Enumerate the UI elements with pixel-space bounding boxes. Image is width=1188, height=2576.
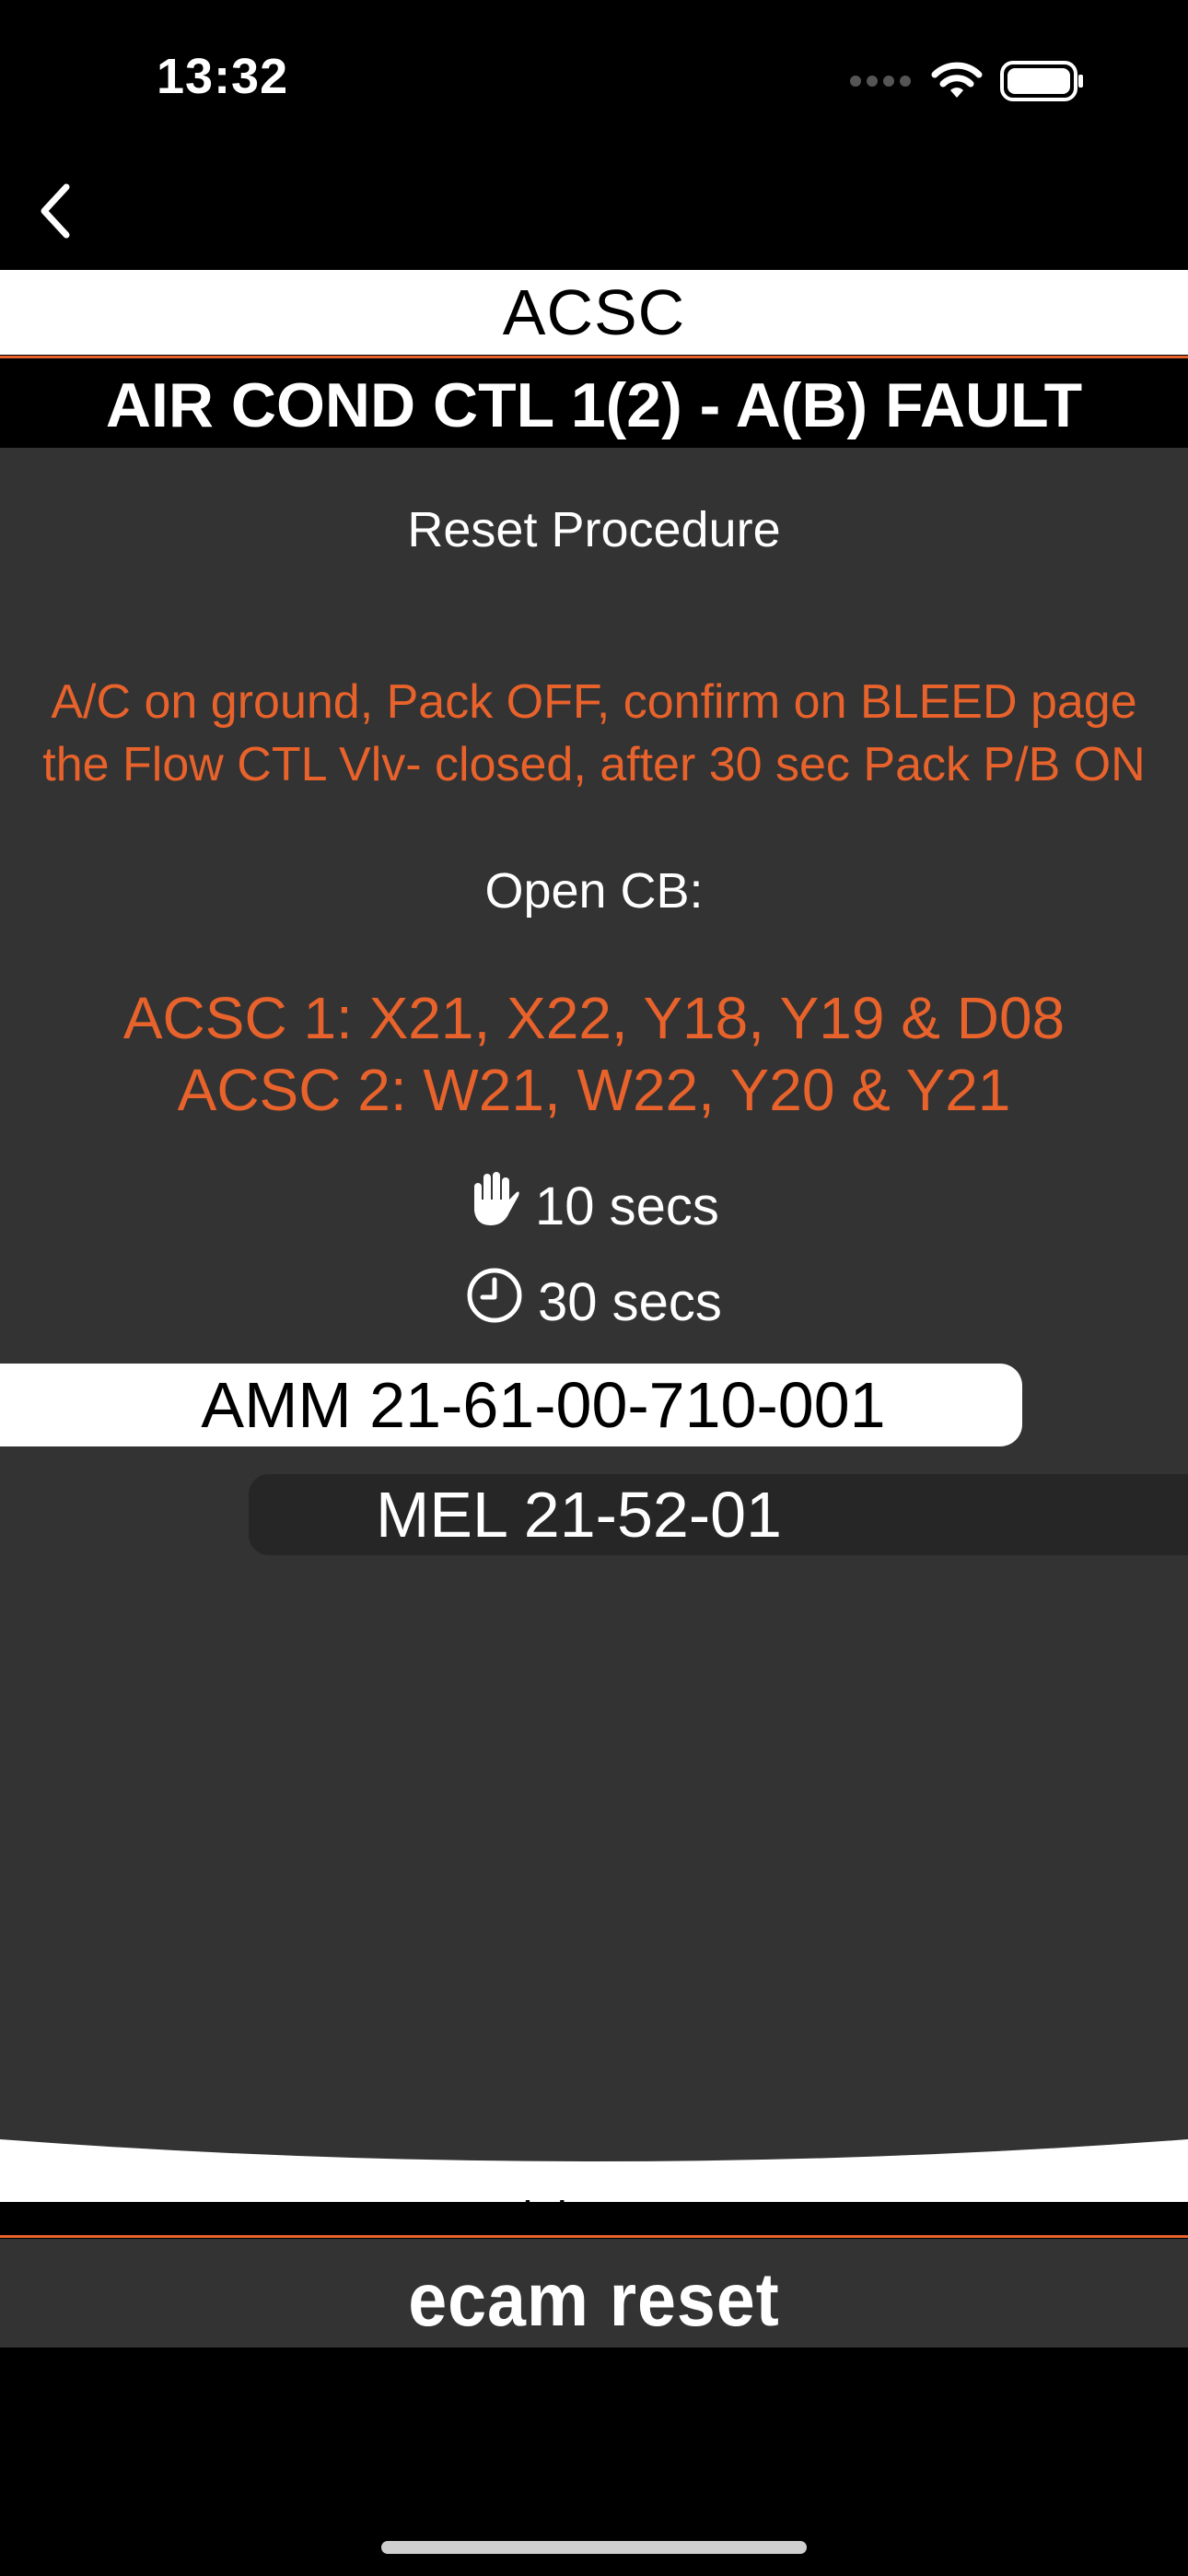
header-divider bbox=[0, 356, 1188, 358]
battery-icon bbox=[1000, 61, 1085, 106]
hand-icon bbox=[469, 1170, 520, 1242]
chevron-left-icon bbox=[37, 181, 74, 245]
footer-divider bbox=[0, 2235, 1188, 2238]
instruction-line-2: the Flow CTL Vlv- closed, after 30 sec P… bbox=[42, 738, 1146, 791]
back-button[interactable] bbox=[28, 176, 83, 250]
mel-reference-label: MEL 21-52-01 bbox=[376, 1479, 782, 1551]
fault-title: AIR COND CTL 1(2) - A(B) FAULT bbox=[105, 370, 1083, 440]
status-time: 13:32 bbox=[157, 49, 289, 104]
brand-logo: ecam reset bbox=[408, 2258, 780, 2342]
reset-procedure-heading: Reset Procedure bbox=[407, 502, 781, 557]
procedure-content: Reset Procedure A/C on ground, Pack OFF,… bbox=[0, 448, 1188, 2198]
navigation-bar bbox=[0, 152, 1188, 270]
open-cb-heading: Open CB: bbox=[484, 863, 704, 919]
category-title: ACSC bbox=[502, 276, 686, 348]
signal-dots-icon bbox=[849, 75, 914, 92]
footer: club cave ecam reset bbox=[0, 2119, 1188, 2349]
status-bar: 13:32 bbox=[0, 0, 1188, 152]
clock-icon bbox=[466, 1267, 523, 1337]
status-icons bbox=[849, 61, 1085, 106]
hold-time-text: 10 secs bbox=[535, 1176, 719, 1236]
hold-time-row: 10 secs bbox=[0, 1170, 1188, 1242]
amm-reference-button[interactable]: AMM 21-61-00-710-001 bbox=[0, 1364, 1022, 1446]
wifi-icon bbox=[930, 61, 984, 106]
cb-list-acsc-2: ACSC 2: W21, W22, Y20 & Y21 bbox=[177, 1057, 1011, 1123]
cb-list-acsc-1: ACSC 1: X21, X22, Y18, Y19 & D08 bbox=[122, 985, 1066, 1051]
mel-reference-button[interactable]: MEL 21-52-01 bbox=[249, 1474, 1188, 1555]
amm-reference-label: AMM 21-61-00-710-001 bbox=[201, 1369, 886, 1441]
home-indicator[interactable] bbox=[381, 2541, 807, 2554]
fault-header: AIR COND CTL 1(2) - A(B) FAULT bbox=[0, 363, 1188, 448]
wait-time-text: 30 secs bbox=[538, 1271, 722, 1332]
instruction-line-1: A/C on ground, Pack OFF, confirm on BLEE… bbox=[51, 675, 1137, 729]
footer-curve bbox=[0, 2119, 1188, 2161]
wait-time-row: 30 secs bbox=[0, 1266, 1188, 1338]
category-header: ACSC bbox=[0, 270, 1188, 355]
